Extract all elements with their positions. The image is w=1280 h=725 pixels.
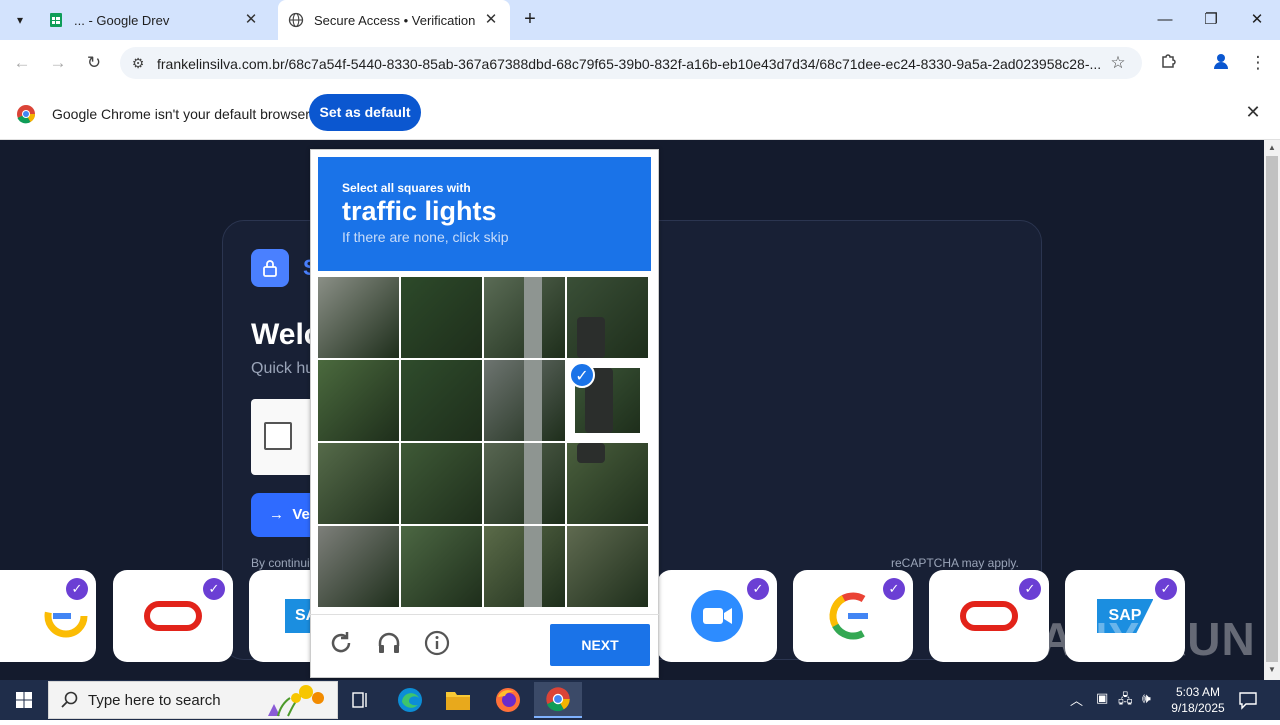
captcha-tile[interactable]: [567, 443, 648, 524]
firefox-icon[interactable]: [484, 682, 532, 718]
back-arrow-icon[interactable]: ←: [10, 51, 34, 75]
captcha-tile[interactable]: [484, 443, 565, 524]
task-view-icon[interactable]: [336, 682, 384, 718]
captcha-tile[interactable]: [401, 277, 482, 358]
bookmark-star-icon[interactable]: ☆: [1106, 51, 1130, 75]
scroll-down-icon[interactable]: ▼: [1266, 665, 1278, 675]
globe-icon: [288, 12, 304, 28]
info-icon[interactable]: [422, 630, 452, 660]
captcha-tile[interactable]: [401, 360, 482, 441]
restore-icon[interactable]: ❐: [1188, 0, 1234, 40]
tile-selected-check-icon: ✓: [569, 362, 595, 388]
captcha-tile[interactable]: [318, 360, 399, 441]
recaptcha-terms-text: reCAPTCHA may apply.: [891, 556, 1019, 570]
search-highlight-flowers-icon: [258, 682, 334, 718]
captcha-tile[interactable]: [567, 277, 648, 358]
clock-time: 5:03 AM: [1175, 685, 1221, 699]
captcha-tile[interactable]: [484, 360, 565, 441]
check-icon: ✓: [203, 578, 225, 600]
edge-browser-icon[interactable]: [386, 682, 434, 718]
volume-icon[interactable]: 🕪: [1142, 690, 1160, 710]
scroll-up-icon[interactable]: ▲: [1266, 143, 1278, 153]
clock-date: 9/18/2025: [1171, 701, 1225, 715]
lock-icon: [251, 249, 289, 287]
set-as-default-button[interactable]: Set as default: [309, 94, 421, 131]
profile-avatar-icon[interactable]: [1209, 51, 1233, 75]
captcha-tile[interactable]: [484, 277, 565, 358]
terms-text: By continui: [251, 556, 310, 570]
captcha-tile[interactable]: [401, 443, 482, 524]
site-settings-icon[interactable]: ⚙: [128, 53, 148, 73]
check-icon: ✓: [1155, 578, 1177, 600]
captcha-footer-divider: [310, 614, 659, 615]
tray-chevron-up-icon[interactable]: ︿: [1070, 690, 1086, 710]
check-icon: ✓: [66, 578, 88, 600]
search-icon: [60, 690, 80, 710]
infobar-message: Google Chrome isn't your default browser: [52, 106, 310, 122]
tab-search-chevron-icon[interactable]: ▾: [8, 8, 32, 32]
close-infobar-icon[interactable]: ✕: [1244, 103, 1262, 121]
tab-secure-access[interactable]: Secure Access • Verification ✕: [278, 0, 510, 40]
taskbar-clock[interactable]: 5:03 AM 9/18/2025: [1160, 684, 1236, 716]
arrow-right-icon: →: [269, 506, 284, 523]
captcha-hint: If there are none, click skip: [342, 229, 509, 245]
chrome-taskbar-icon[interactable]: [534, 682, 582, 718]
captcha-tile[interactable]: [401, 526, 482, 607]
verify-button-label: Ve: [292, 506, 310, 523]
watermark: ANY RUN: [1040, 613, 1256, 665]
tab-title: Secure Access • Verification: [314, 12, 476, 28]
url-text[interactable]: frankelinsilva.com.br/68c7a54f-5440-8330…: [157, 56, 1102, 72]
check-icon: ✓: [1019, 578, 1041, 600]
close-tab-icon[interactable]: ✕: [242, 11, 260, 29]
tray-device-icon[interactable]: ▣: [1096, 690, 1112, 710]
chrome-logo-icon: [17, 105, 36, 124]
traffic-light-pole: [524, 526, 542, 607]
network-icon[interactable]: 🖧: [1118, 690, 1136, 710]
google-logo-card: ✓: [0, 570, 96, 662]
recaptcha-checkbox[interactable]: [264, 422, 292, 450]
captcha-target: traffic lights: [342, 196, 497, 226]
traffic-light-housing: [577, 443, 605, 463]
zoom-logo-card: ✓: [657, 570, 777, 662]
check-icon: ✓: [883, 578, 905, 600]
oracle-logo-card: ✓: [929, 570, 1049, 662]
windows-start-icon[interactable]: [0, 680, 48, 720]
extensions-puzzle-icon[interactable]: [1157, 51, 1181, 75]
new-tab-plus-icon[interactable]: +: [518, 8, 542, 32]
sheets-icon: [50, 13, 62, 27]
close-window-icon[interactable]: ✕: [1234, 0, 1280, 40]
oracle-logo-card: ✓: [113, 570, 233, 662]
menu-kebab-icon[interactable]: ⋮: [1246, 51, 1270, 75]
reload-icon[interactable]: ↻: [82, 51, 106, 75]
tab-google-drive[interactable]: ... - Google Drev ✕: [38, 0, 270, 40]
traffic-light-housing: [577, 317, 605, 358]
captcha-tile[interactable]: [318, 277, 399, 358]
tab-title: ... - Google Drev: [74, 12, 170, 28]
traffic-light-pole: [524, 443, 542, 524]
captcha-tile[interactable]: [484, 526, 565, 607]
welcome-subtitle: Quick hu: [251, 360, 315, 377]
notifications-icon[interactable]: [1238, 690, 1258, 710]
minimize-icon[interactable]: —: [1142, 0, 1188, 40]
captcha-instruction: Select all squares with: [342, 181, 471, 195]
audio-headphones-icon[interactable]: [374, 630, 404, 660]
traffic-light-pole: [524, 360, 542, 441]
forward-arrow-icon[interactable]: →: [46, 51, 70, 75]
captcha-tile[interactable]: [567, 526, 648, 607]
google-logo-card: ✓: [793, 570, 913, 662]
captcha-tile[interactable]: [318, 526, 399, 607]
file-explorer-folder-icon[interactable]: [434, 682, 482, 718]
close-tab-icon[interactable]: ✕: [482, 11, 500, 29]
check-icon: ✓: [747, 578, 769, 600]
reload-challenge-icon[interactable]: [326, 630, 356, 660]
scrollbar-thumb[interactable]: [1266, 156, 1278, 662]
next-button[interactable]: NEXT: [550, 624, 650, 666]
captcha-tile[interactable]: [318, 443, 399, 524]
search-placeholder: Type here to search: [88, 692, 221, 709]
traffic-light-pole: [524, 277, 542, 358]
